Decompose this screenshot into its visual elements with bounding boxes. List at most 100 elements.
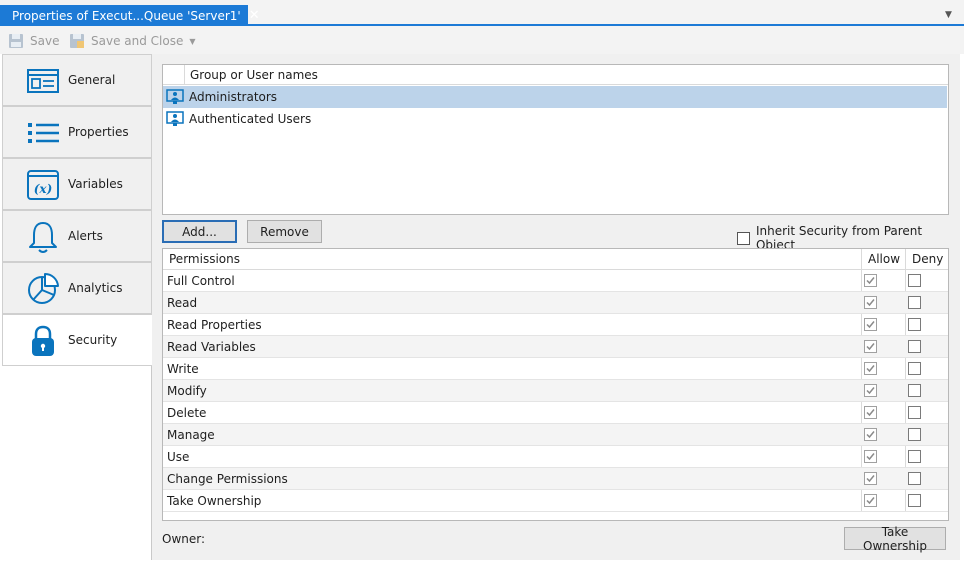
take-ownership-button[interactable]: Take Ownership: [844, 525, 946, 553]
nav-item-properties[interactable]: Properties: [2, 106, 152, 158]
allow-checkbox[interactable]: [864, 384, 877, 397]
deny-checkbox[interactable]: [908, 362, 921, 375]
save-close-icon: [70, 34, 84, 48]
permission-name: Manage: [167, 428, 215, 442]
checkmark-icon: [866, 365, 875, 373]
save-button[interactable]: Save: [8, 33, 59, 49]
chevron-down-icon[interactable]: ▼: [189, 37, 195, 46]
permissions-column-header: Permissions: [169, 252, 240, 266]
checkmark-icon: [866, 299, 875, 307]
add-button[interactable]: Add...: [162, 220, 237, 243]
close-icon[interactable]: ✕: [249, 8, 260, 23]
user-list-header: Group or User names: [163, 65, 948, 85]
permission-name: Take Ownership: [167, 494, 262, 508]
nav-label: Variables: [68, 177, 123, 191]
table-row: Read: [163, 292, 948, 314]
bell-icon: [29, 222, 57, 253]
checkmark-icon: [866, 343, 875, 351]
checkmark-icon: [866, 475, 875, 483]
deny-checkbox[interactable]: [908, 472, 921, 485]
deny-checkbox[interactable]: [908, 384, 921, 397]
table-row: Use: [163, 446, 948, 468]
allow-checkbox[interactable]: [864, 296, 877, 309]
deny-checkbox[interactable]: [908, 274, 921, 287]
tab-title: Properties of Execut...Queue 'Server1': [12, 8, 241, 23]
user-group-icon: [166, 89, 184, 104]
list-item[interactable]: Authenticated Users: [163, 108, 947, 130]
list-icon: [28, 123, 59, 143]
checkbox[interactable]: [737, 231, 750, 245]
deny-checkbox[interactable]: [908, 406, 921, 419]
variables-icon: (x): [27, 170, 59, 200]
deny-checkbox[interactable]: [908, 340, 921, 353]
svg-text:(x): (x): [34, 182, 53, 196]
checkmark-icon: [866, 497, 875, 505]
allow-checkbox[interactable]: [864, 318, 877, 331]
checkmark-icon: [866, 431, 875, 439]
table-row: Change Permissions: [163, 468, 948, 490]
list-item[interactable]: Administrators: [163, 86, 947, 108]
deny-checkbox[interactable]: [908, 450, 921, 463]
user-name: Authenticated Users: [189, 112, 312, 126]
allow-checkbox[interactable]: [864, 362, 877, 375]
nav-item-security[interactable]: Security: [2, 314, 152, 366]
remove-button[interactable]: Remove: [247, 220, 322, 243]
save-and-close-button[interactable]: Save and Close ▼: [69, 33, 196, 49]
allow-checkbox[interactable]: [864, 428, 877, 441]
deny-checkbox[interactable]: [908, 296, 921, 309]
allow-checkbox[interactable]: [864, 472, 877, 485]
permission-name: Full Control: [167, 274, 235, 288]
allow-checkbox[interactable]: [864, 494, 877, 507]
checkmark-icon: [866, 387, 875, 395]
chevron-down-icon[interactable]: ▼: [945, 10, 957, 20]
header-gutter: [163, 65, 185, 85]
nav-item-alerts[interactable]: Alerts: [2, 210, 152, 262]
deny-checkbox[interactable]: [908, 494, 921, 507]
nav-item-variables[interactable]: (x) Variables: [2, 158, 152, 210]
save-label: Save: [30, 34, 60, 48]
checkmark-icon: [866, 321, 875, 329]
pie-chart-icon: [28, 272, 59, 304]
checkmark-icon: [866, 409, 875, 417]
nav-label: Analytics: [68, 281, 123, 295]
deny-checkbox[interactable]: [908, 318, 921, 331]
permission-name: Read Properties: [167, 318, 262, 332]
allow-checkbox[interactable]: [864, 274, 877, 287]
table-row: Full Control: [163, 270, 948, 292]
table-row: Read Properties: [163, 314, 948, 336]
checkmark-icon: [866, 277, 875, 285]
nav-label: Properties: [68, 125, 129, 139]
permission-name: Modify: [167, 384, 207, 398]
general-icon: [27, 69, 59, 93]
checkmark-icon: [866, 453, 875, 461]
deny-checkbox[interactable]: [908, 428, 921, 441]
nav-label: General: [68, 73, 116, 87]
user-name: Administrators: [189, 90, 278, 104]
owner-label: Owner:: [162, 532, 206, 546]
nav-item-analytics[interactable]: Analytics: [2, 262, 152, 314]
table-row: Delete: [163, 402, 948, 424]
permission-name: Use: [167, 450, 190, 464]
permission-name: Read Variables: [167, 340, 256, 354]
allow-checkbox[interactable]: [864, 450, 877, 463]
allow-checkbox[interactable]: [864, 406, 877, 419]
nav-label: Alerts: [68, 229, 103, 243]
nav-item-general[interactable]: General: [2, 54, 152, 106]
save-icon: [9, 34, 23, 48]
table-row: Read Variables: [163, 336, 948, 358]
allow-column-header: Allow: [868, 252, 901, 266]
table-row: Manage: [163, 424, 948, 446]
permission-name: Change Permissions: [167, 472, 288, 486]
table-row: Take Ownership: [163, 490, 948, 512]
lock-icon: [32, 325, 54, 356]
user-list-header-label: Group or User names: [190, 68, 318, 82]
permission-name: Delete: [167, 406, 207, 420]
allow-checkbox[interactable]: [864, 340, 877, 353]
nav-label: Security: [68, 333, 118, 347]
table-row: Write: [163, 358, 948, 380]
user-group-icon: [166, 111, 184, 126]
permissions-header: Permissions Allow Deny: [163, 249, 948, 270]
permission-name: Write: [167, 362, 199, 376]
document-tab[interactable]: Properties of Execut...Queue 'Server1' ✕: [0, 5, 260, 26]
permission-name: Read: [167, 296, 198, 310]
